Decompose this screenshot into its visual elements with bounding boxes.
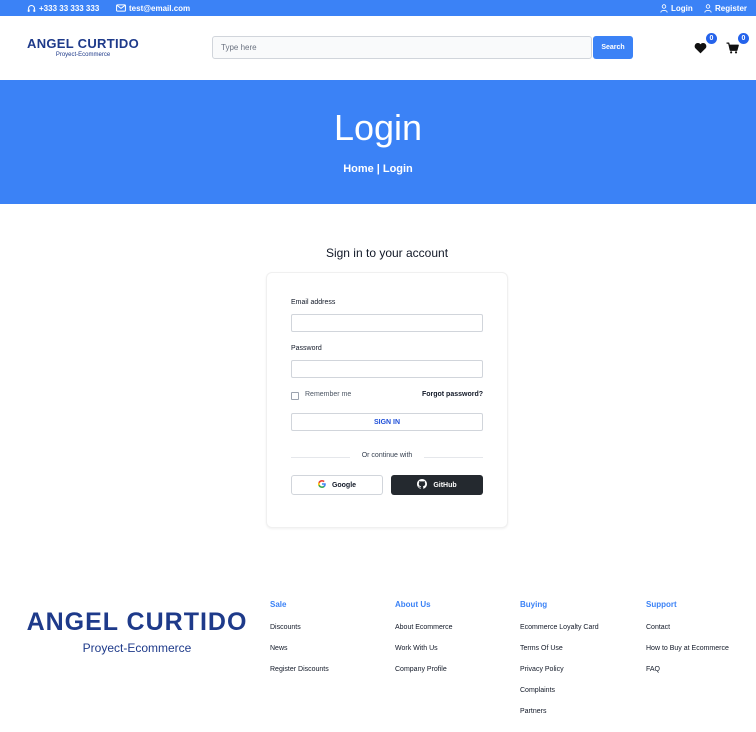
user-icon [704, 3, 712, 13]
contact-phone: +333 33 333 333 [27, 0, 99, 16]
footer-link[interactable]: News [270, 645, 390, 666]
brand-subtitle: Proyect-Ecommerce [55, 52, 111, 58]
footer-link[interactable]: FAQ [646, 666, 754, 687]
footer-link[interactable]: Work With Us [395, 645, 515, 666]
heart-icon [694, 41, 707, 58]
top-bar: +333 33 333 333 test@email.com Login Reg… [0, 0, 756, 16]
github-button-label: GitHub [433, 481, 457, 489]
wishlist-count-badge: 0 [706, 33, 717, 44]
breadcrumb-separator: | [376, 163, 380, 175]
forgot-password-link[interactable]: Forgot password? [422, 391, 483, 398]
breadcrumb-home[interactable]: Home [343, 163, 374, 175]
register-link[interactable]: Register [704, 0, 747, 16]
register-link-label: Register [715, 3, 748, 13]
google-icon [317, 480, 326, 490]
footer-link[interactable]: Discounts [270, 624, 390, 645]
site-header: ANGEL CURTIDO Proyect-Ecommerce Search 0… [0, 16, 756, 80]
cart-button[interactable]: 0 [726, 33, 749, 58]
breadcrumb: Home | Login [0, 163, 756, 175]
page-hero: Login Home | Login [0, 80, 756, 204]
signin-heading: Sign in to your account [325, 246, 449, 260]
footer-brand-name: ANGEL CURTIDO [26, 608, 248, 636]
remember-me-checkbox[interactable] [291, 392, 299, 400]
github-icon [417, 479, 428, 491]
footer-link[interactable]: Partners [520, 708, 640, 729]
footer-heading: Sale [270, 600, 287, 609]
email-label: Email address [291, 299, 336, 306]
footer-column-support: Support Contact How to Buy at Ecommerce … [646, 600, 754, 687]
footer-link[interactable]: About Ecommerce [395, 624, 515, 645]
continue-with-text: Or continue with [267, 452, 507, 459]
footer-link[interactable]: Privacy Policy [520, 666, 640, 687]
search-input[interactable] [212, 36, 592, 59]
page-title: Login [333, 107, 423, 148]
cart-icon [726, 41, 739, 58]
footer-heading: About Us [395, 600, 431, 609]
login-link-label: Login [671, 3, 693, 13]
brand-logo[interactable]: ANGEL CURTIDO Proyect-Ecommerce [26, 36, 140, 58]
password-field[interactable] [291, 360, 483, 378]
footer-link[interactable]: Complaints [520, 687, 640, 708]
footer-link[interactable]: Company Profile [395, 666, 515, 687]
footer-link[interactable]: How to Buy at Ecommerce [646, 645, 754, 666]
footer-column-buying: Buying Ecommerce Loyalty Card Terms Of U… [520, 600, 640, 729]
brand-name: ANGEL CURTIDO [27, 36, 139, 51]
footer-column-about-us: About Us About Ecommerce Work With Us Co… [395, 600, 515, 687]
search-button[interactable]: Search [593, 36, 633, 59]
footer-column-sale: Sale Discounts News Register Discounts [270, 600, 390, 687]
envelope-icon [116, 4, 126, 12]
email-text: test@email.com [129, 3, 191, 13]
footer-heading: Buying [520, 600, 548, 609]
remember-me-label: Remember me [305, 391, 352, 398]
phone-text: +333 33 333 333 [39, 3, 100, 13]
footer-brand-subtitle: Proyect-Ecommerce [82, 641, 192, 655]
footer-link[interactable]: Ecommerce Loyalty Card [520, 624, 640, 645]
footer-heading: Support [646, 600, 677, 609]
google-button-label: Google [331, 481, 357, 489]
user-icon [660, 3, 668, 13]
wishlist-button[interactable]: 0 [694, 33, 717, 58]
google-signin-button[interactable]: Google [291, 475, 383, 495]
github-signin-button[interactable]: GitHub [391, 475, 483, 495]
footer-link[interactable]: Terms Of Use [520, 645, 640, 666]
headset-icon [27, 4, 36, 13]
password-label: Password [291, 345, 322, 352]
cart-count-badge: 0 [738, 33, 749, 44]
breadcrumb-current: Login [382, 163, 413, 175]
footer-link[interactable]: Register Discounts [270, 666, 390, 687]
email-field[interactable] [291, 314, 483, 332]
contact-email[interactable]: test@email.com [116, 0, 190, 16]
login-link[interactable]: Login [660, 0, 693, 16]
login-card: Email address Password Remember me Forgo… [266, 272, 508, 528]
footer-link[interactable]: Contact [646, 624, 754, 645]
signin-button[interactable]: SIGN IN [291, 413, 483, 431]
footer-brand[interactable]: ANGEL CURTIDO Proyect-Ecommerce [22, 608, 252, 655]
continue-with-label: Or continue with [349, 452, 425, 459]
